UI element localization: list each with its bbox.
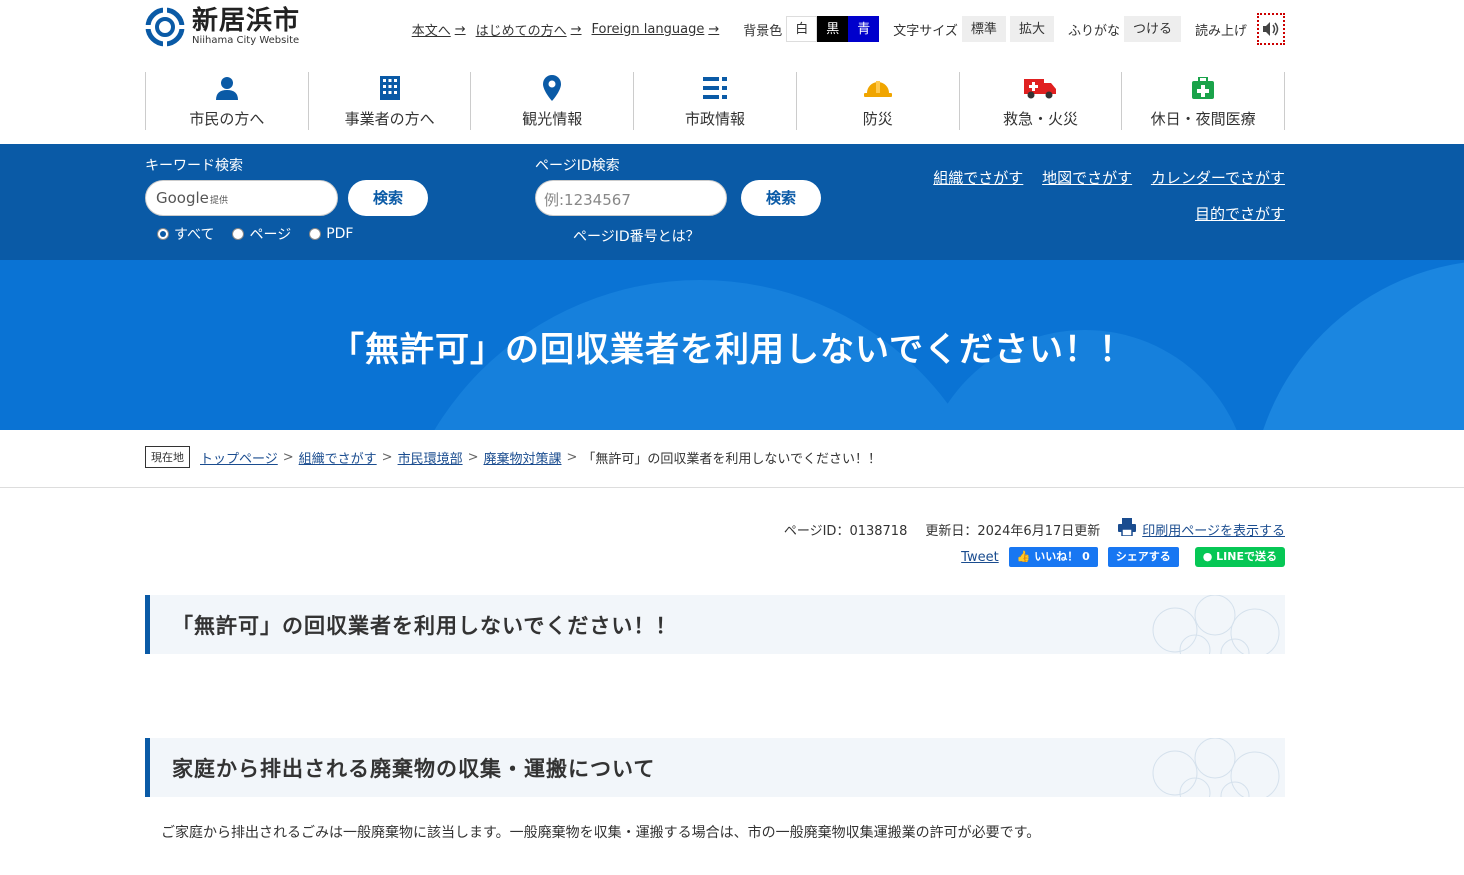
current-location-badge: 現在地 xyxy=(145,446,190,468)
facebook-like-button[interactable]: 👍 いいね！ 0 xyxy=(1008,547,1098,567)
person-icon xyxy=(215,74,239,102)
list-icon xyxy=(703,74,728,102)
breadcrumb-link[interactable]: 廃棄物対策課 xyxy=(484,448,562,467)
breadcrumb-current: 「無許可」の回収業者を利用しないでください！！ xyxy=(582,451,882,467)
furigana-button[interactable]: つける xyxy=(1123,16,1181,42)
nav-item-business[interactable]: 事業者の方へ xyxy=(307,72,471,130)
speaker-icon[interactable] xyxy=(1257,13,1285,45)
radio-pdf[interactable]: PDF xyxy=(309,224,353,244)
arrow-right-icon: → xyxy=(570,21,582,37)
radio-dot xyxy=(309,228,322,240)
page-title-band: 「無許可」の回収業者を利用しないでください！！ xyxy=(0,260,1464,430)
google-label: Google xyxy=(156,189,209,207)
nav-item-disaster[interactable]: 防災 xyxy=(795,72,959,130)
line-share-button[interactable]: ● LINEで送る xyxy=(1194,547,1285,567)
breadcrumb-link[interactable]: 組織でさがす xyxy=(299,448,377,467)
global-nav: 市民の方へ 事業者の方へ 観光情報 市政情報 防災 救急・火災 休日・夜間医療 xyxy=(145,72,1286,130)
nav-label: 事業者の方へ xyxy=(344,110,435,128)
body-paragraph: ご家庭から排出されるごみは一般廃棄物に該当します。一般廃棄物を収集・運搬する場合… xyxy=(161,825,1041,841)
font-large-button[interactable]: 拡大 xyxy=(1009,16,1054,42)
bg-black-button[interactable]: 黒 xyxy=(817,16,849,42)
pageid-search-input[interactable]: 例:1234567 xyxy=(535,180,727,216)
map-pin-icon xyxy=(542,74,562,102)
nav-label: 救急・火災 xyxy=(1002,110,1078,128)
page-id: ページID：0138718 xyxy=(783,523,908,539)
search-by-map-link[interactable]: 地図でさがす xyxy=(1042,169,1132,187)
arrow-right-icon: → xyxy=(708,21,720,37)
nav-label: 市政情報 xyxy=(685,110,746,128)
nav-item-government[interactable]: 市政情報 xyxy=(633,72,796,130)
facebook-share-button[interactable]: シェアする xyxy=(1107,547,1179,567)
medical-kit-icon xyxy=(1192,74,1215,102)
print-page-link[interactable]: 印刷用ページを表示する xyxy=(1142,520,1285,539)
read-aloud-label: 読み上げ xyxy=(1194,23,1247,39)
bg-color-label: 背景色 xyxy=(743,23,783,39)
pageid-help-link[interactable]: ページID番号とは？ xyxy=(573,226,700,246)
printer-icon xyxy=(1118,518,1137,540)
updated-date: 更新日：2024年6月17日更新 xyxy=(925,523,1101,539)
tweet-link[interactable]: Tweet xyxy=(961,550,999,565)
foreign-language-link[interactable]: Foreign language → xyxy=(592,22,720,37)
skip-to-content-link[interactable]: 本文へ → xyxy=(412,20,466,39)
nav-item-citizens[interactable]: 市民の方へ xyxy=(145,72,308,130)
nav-label: 市民の方へ xyxy=(189,110,265,128)
nav-label: 防災 xyxy=(862,110,893,128)
keyword-search-input[interactable]: Google 提供 xyxy=(145,180,338,216)
breadcrumb-link[interactable]: 市民環境部 xyxy=(398,448,463,467)
search-band: キーワード検索 Google 提供 検索 すべて ページ PDF ページID検索… xyxy=(0,144,1464,260)
keyword-search-button[interactable]: 検索 xyxy=(348,180,428,216)
search-links: 組織でさがす 地図でさがす カレンダーでさがす 目的でさがす xyxy=(919,160,1285,232)
section-heading-text: 家庭から排出される廃棄物の収集・運搬について xyxy=(172,757,656,781)
section-heading-text: 「無許可」の回収業者を利用しないでください！！ xyxy=(172,614,678,638)
ambulance-icon xyxy=(1024,74,1057,102)
search-by-purpose-link[interactable]: 目的でさがす xyxy=(1195,205,1285,223)
nav-label: 観光情報 xyxy=(522,110,583,128)
page-title: 「無許可」の回収業者を利用しないでください！！ xyxy=(330,330,1134,370)
search-by-calendar-link[interactable]: カレンダーでさがす xyxy=(1151,169,1285,187)
nav-item-tourism[interactable]: 観光情報 xyxy=(470,72,633,130)
flower-decoration-icon xyxy=(1152,738,1280,797)
radio-all[interactable]: すべて xyxy=(157,224,214,244)
google-provided-label: 提供 xyxy=(210,196,229,206)
site-header: 新居浜市 Niihama City Website 本文へ → はじめての方へ → … xyxy=(145,0,1285,62)
flower-decoration-icon xyxy=(1152,595,1280,654)
helmet-icon xyxy=(863,74,892,102)
pageid-placeholder: 例:1234567 xyxy=(544,191,631,209)
city-emblem-icon xyxy=(145,7,185,47)
nav-label: 休日・夜間医療 xyxy=(1150,110,1256,128)
font-size-label: 文字サイズ xyxy=(893,23,958,39)
section-heading: 家庭から排出される廃棄物の収集・運搬について xyxy=(145,738,1285,797)
first-time-link[interactable]: はじめての方へ → xyxy=(476,20,582,39)
building-icon xyxy=(379,74,400,102)
breadcrumb: 現在地 トップページ > 組織でさがす > 市民環境部 > 廃棄物対策課 > 「無許可」… xyxy=(0,430,1464,488)
font-standard-button[interactable]: 標準 xyxy=(961,16,1006,42)
utility-bar: 本文へ → はじめての方へ → Foreign language → 背景色 白 黒 … xyxy=(412,13,1285,45)
pageid-search-button[interactable]: 検索 xyxy=(741,180,821,216)
radio-dot xyxy=(232,228,245,240)
page-meta: ページID：0138718 更新日：2024年6月17日更新 印刷用ページを表示… xyxy=(145,488,1285,576)
furigana-label: ふりがな xyxy=(1067,23,1120,39)
nav-item-medical[interactable]: 休日・夜間医療 xyxy=(1121,72,1286,130)
search-scope-radios: すべて ページ PDF xyxy=(157,224,371,244)
thumbs-up-icon: 👍 xyxy=(1016,550,1031,563)
site-logo[interactable]: 新居浜市 Niihama City Website xyxy=(145,7,300,47)
keyword-search-title: キーワード検索 xyxy=(145,158,243,174)
site-subtitle: Niihama City Website xyxy=(192,35,300,46)
bg-white-button[interactable]: 白 xyxy=(786,16,818,42)
arrow-right-icon: → xyxy=(454,21,466,37)
site-name: 新居浜市 xyxy=(192,6,301,36)
main-content: 「無許可」の回収業者を利用しないでください！！ 家庭から排出される廃棄物の収集・… xyxy=(145,595,1285,842)
pageid-search-title: ページID検索 xyxy=(535,158,620,174)
section-heading: 「無許可」の回収業者を利用しないでください！！ xyxy=(145,595,1285,654)
nav-item-emergency[interactable]: 救急・火災 xyxy=(958,72,1122,130)
radio-page[interactable]: ページ xyxy=(232,224,291,244)
radio-dot xyxy=(157,228,169,240)
breadcrumb-link[interactable]: トップページ xyxy=(200,448,278,467)
search-by-org-link[interactable]: 組織でさがす xyxy=(933,169,1023,187)
bg-blue-button[interactable]: 青 xyxy=(848,16,880,42)
line-icon: ● xyxy=(1202,550,1213,563)
